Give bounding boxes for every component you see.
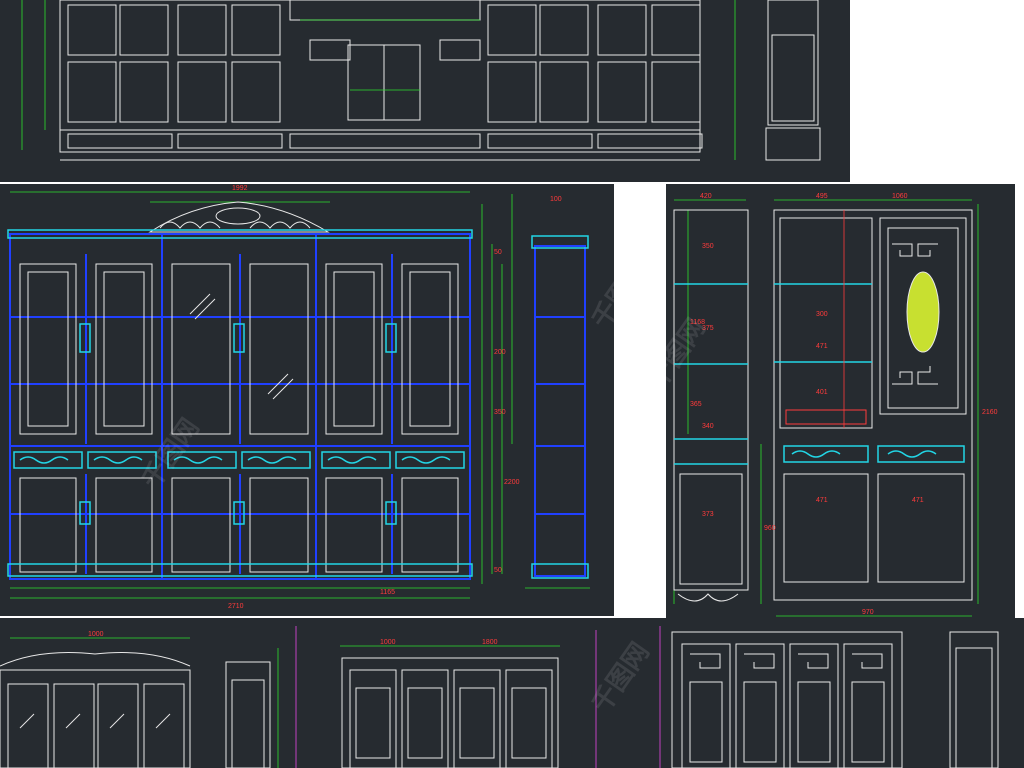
display-cabinet-elevation: 420 495 1060 350 300 375 1168 365 471 34…	[673, 193, 998, 632]
dim-e: 365	[690, 401, 702, 408]
dim-bottom-b: 1000	[380, 639, 396, 646]
dim-h: 401	[816, 389, 828, 396]
dim-o: 2160	[982, 409, 998, 416]
dim-side-b: 200	[494, 349, 506, 356]
dim-b: 300	[816, 311, 828, 318]
cad-drawing-display-cabinet: 420 495 1060 350 300 375 1168 365 471 34…	[666, 184, 1015, 632]
cad-drawing-bottom-row: 1000 1000 1800 千图网	[0, 618, 1024, 768]
dim-c: 375	[702, 325, 714, 332]
carved-panel	[906, 271, 940, 353]
dim-top-width: 1992	[232, 185, 248, 192]
dim-side-a: 50	[494, 249, 502, 256]
dim-k: 471	[912, 497, 924, 504]
dim-cabinet-width: 1060	[892, 193, 908, 200]
dim-left-door: 495	[816, 193, 828, 200]
dim-side-d: 2200	[504, 479, 520, 486]
dim-side-depth: 100	[550, 196, 562, 203]
dim-l: 970	[862, 609, 874, 616]
dim-side-c: 350	[494, 409, 506, 416]
dim-i: 373	[702, 511, 714, 518]
dim-side-e: 50	[494, 567, 502, 574]
dim-bottom-c: 1800	[482, 639, 498, 646]
dim-bottom-a: 1000	[88, 631, 104, 638]
dim-f: 471	[816, 343, 828, 350]
dim-bottom-total: 2710	[228, 603, 244, 610]
dim-n: 960	[764, 525, 776, 532]
dim-j: 471	[816, 497, 828, 504]
dim-g: 340	[702, 423, 714, 430]
dim-d: 1168	[690, 319, 705, 326]
dim-bottom-partial: 1165	[380, 589, 395, 596]
cad-drawing-bookcase: 1992 100 50 200 350 2200 50 2710 1165 千图…	[0, 184, 614, 616]
top-cabinet-elevation	[21, 0, 821, 161]
dim-narrow-width: 420	[700, 193, 712, 200]
bookcase-elevation: 1992 100 50 200 350 2200 50 2710 1165	[7, 185, 590, 610]
cad-drawing-top-cabinets	[0, 0, 850, 182]
bottom-elevations: 1000 1000 1800	[0, 626, 999, 768]
dim-a: 350	[702, 243, 714, 250]
